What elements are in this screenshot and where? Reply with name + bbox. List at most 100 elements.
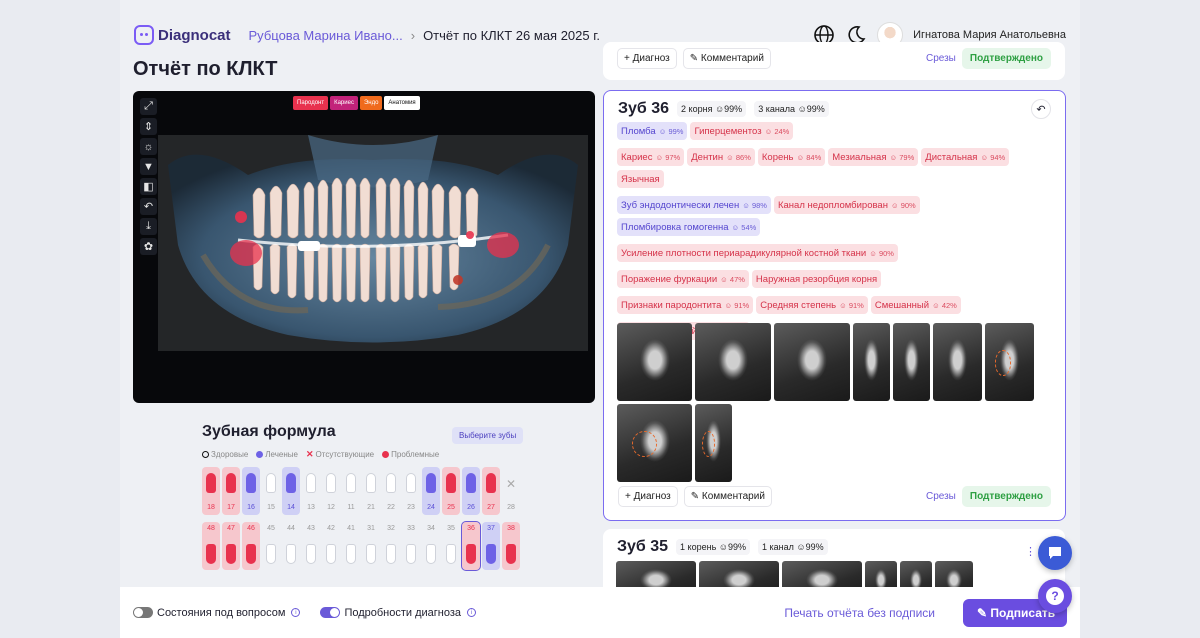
tooth-icon[interactable]: ✿: [140, 238, 157, 255]
diagnosis-chip[interactable]: Смешанный ☺ 42%: [870, 296, 961, 314]
questionable-toggle[interactable]: [133, 607, 153, 618]
tooth-48[interactable]: 48: [202, 522, 220, 570]
brand-name: Diagnocat: [158, 26, 231, 44]
diagnosis-chip[interactable]: Усиление плотности периарадикулярной кос…: [617, 244, 898, 262]
tooth-icon: [366, 473, 376, 493]
info-icon[interactable]: i: [467, 608, 477, 617]
tooth-16[interactable]: 16: [242, 467, 260, 515]
tooth-41[interactable]: 41: [342, 522, 360, 570]
tooth-28[interactable]: ✕ 28: [502, 467, 520, 515]
tooth-36-card: Зуб 36 2 корня ☺99% 3 канала ☺99% ↶ Плом…: [603, 90, 1066, 521]
diagnosis-chip[interactable]: Корень ☺ 84%: [757, 148, 826, 166]
tooth-38[interactable]: 38: [502, 522, 520, 570]
diagnosis-chip[interactable]: Зуб эндодонтически лечен ☺ 98%: [617, 196, 771, 214]
layer-tab[interactable]: Кариес: [330, 96, 358, 110]
brightness-icon[interactable]: ☼: [140, 138, 157, 155]
tooth-24[interactable]: 24: [422, 467, 440, 515]
slice-thumbnail[interactable]: [985, 323, 1034, 401]
diagnosis-chip[interactable]: Гиперцементоз ☺ 24%: [690, 122, 794, 140]
tooth-14[interactable]: 14: [282, 467, 300, 515]
layer-tab[interactable]: Анатомия: [384, 96, 420, 110]
tooth-34[interactable]: 34: [422, 522, 440, 570]
slice-thumbnail[interactable]: [933, 323, 982, 401]
tooth-47[interactable]: 47: [222, 522, 240, 570]
select-teeth-button[interactable]: Выберите зубы: [452, 427, 524, 444]
add-diagnosis-button[interactable]: + Диагноз: [617, 48, 677, 69]
diagnosis-chip[interactable]: Пломба ☺ 99%: [617, 122, 688, 140]
user-name[interactable]: Игнатова Мария Анатольевна: [913, 29, 1066, 41]
slice-thumbnail[interactable]: [774, 323, 850, 401]
tooth-18[interactable]: 18: [202, 467, 220, 515]
diagnosis-chip[interactable]: Дентин ☺ 86%: [687, 148, 755, 166]
tooth-21[interactable]: 21: [362, 467, 380, 515]
split-icon[interactable]: ⇕: [140, 118, 157, 135]
slices-link[interactable]: Срезы: [926, 53, 956, 64]
tooth-33[interactable]: 33: [402, 522, 420, 570]
tooth-36[interactable]: 36: [461, 521, 481, 571]
diagnosis-chip[interactable]: Пломбировка гомогенна ☺ 54%: [617, 218, 761, 236]
print-without-signature-link[interactable]: Печать отчёта без подписи: [784, 606, 935, 620]
cbct-viewer[interactable]: ⤢ ⇕ ☼ ▼ ◧ ↶ ⤓ ✿ Пародонт Кариес Эндо Анатом…: [133, 91, 595, 403]
tooth-25[interactable]: 25: [442, 467, 460, 515]
tooth-42[interactable]: 42: [322, 522, 340, 570]
tooth-17[interactable]: 17: [222, 467, 240, 515]
diagnosis-chip[interactable]: Дистальная ☺ 94%: [921, 148, 1010, 166]
help-button[interactable]: ?: [1038, 579, 1072, 613]
slice-thumbnail[interactable]: [695, 404, 732, 482]
diagnosis-chip[interactable]: Мезиальная ☺ 79%: [828, 148, 919, 166]
tooth-46[interactable]: 46: [242, 522, 260, 570]
slice-thumbnail[interactable]: [893, 323, 930, 401]
confirmed-badge[interactable]: Подтверждено: [961, 486, 1051, 507]
tooth-12[interactable]: 12: [322, 467, 340, 515]
slice-thumbnail[interactable]: [853, 323, 890, 401]
tooth-45[interactable]: 45: [262, 522, 280, 570]
invert-icon[interactable]: ◧: [140, 178, 157, 195]
tooth-number: 41: [347, 525, 355, 532]
add-diagnosis-button[interactable]: + Диагноз: [618, 486, 678, 507]
tooth-26[interactable]: 26: [462, 467, 480, 515]
diagnosis-chips: Пломба ☺ 99% Гиперцементоз ☺ 24% Кариес ☺ 97%…: [617, 122, 1057, 340]
tooth-icon: [286, 544, 296, 564]
diagnosis-chip[interactable]: Поражение фуркации ☺ 47%: [617, 270, 749, 288]
tooth-44[interactable]: 44: [282, 522, 300, 570]
chat-button[interactable]: [1038, 536, 1072, 570]
filter-icon[interactable]: ▼: [140, 158, 157, 175]
diagnosis-chip[interactable]: Средняя степень ☺ 91%: [756, 296, 868, 314]
tooth-31[interactable]: 31: [362, 522, 380, 570]
diagnosis-chip[interactable]: Язычная: [617, 170, 664, 188]
tooth-35[interactable]: 35: [442, 522, 460, 570]
brand-logo[interactable]: Diagnocat: [134, 25, 231, 45]
layer-tab[interactable]: Эндо: [359, 96, 383, 110]
ai-icon: ☺: [718, 542, 728, 552]
breadcrumb-patient[interactable]: Рубцова Марина Ивано...: [249, 28, 403, 43]
tooth-11[interactable]: 11: [342, 467, 360, 515]
tooth-15[interactable]: 15: [262, 467, 280, 515]
diagnosis-details-toggle[interactable]: [320, 607, 341, 618]
diagnosis-chip[interactable]: Наружная резорбция корня: [751, 270, 882, 288]
slice-thumbnail[interactable]: [695, 323, 771, 401]
tooth-27[interactable]: 27: [482, 467, 500, 515]
comment-button[interactable]: ✎ Комментарий: [682, 48, 771, 69]
layer-tab[interactable]: Пародонт: [293, 96, 329, 110]
tooth-32[interactable]: 32: [382, 522, 400, 570]
tooth-22[interactable]: 22: [382, 467, 400, 515]
tooth-icon: [246, 544, 256, 564]
diagnosis-chip[interactable]: Признаки пародонтита ☺ 91%: [617, 296, 754, 314]
tooth-37[interactable]: 37: [482, 522, 500, 570]
slice-thumbnail[interactable]: [617, 404, 692, 482]
undo-icon[interactable]: ↶: [140, 198, 157, 215]
undo-icon[interactable]: ↶: [1031, 99, 1051, 119]
tooth-13[interactable]: 13: [302, 467, 320, 515]
info-icon[interactable]: i: [291, 608, 301, 617]
download-icon[interactable]: ⤓: [140, 218, 157, 235]
legend-treated: Леченые: [265, 450, 298, 459]
diagnosis-chip[interactable]: Кариес ☺ 97%: [617, 148, 685, 166]
slice-thumbnail[interactable]: [617, 323, 692, 401]
diagnosis-chip[interactable]: Канал недопломбирован ☺ 90%: [773, 196, 920, 214]
confirmed-badge[interactable]: Подтверждено: [961, 48, 1051, 69]
expand-icon[interactable]: ⤢: [140, 98, 157, 115]
tooth-23[interactable]: 23: [402, 467, 420, 515]
tooth-43[interactable]: 43: [302, 522, 320, 570]
comment-button[interactable]: ✎ Комментарий: [683, 486, 772, 507]
slices-link[interactable]: Срезы: [926, 491, 956, 502]
